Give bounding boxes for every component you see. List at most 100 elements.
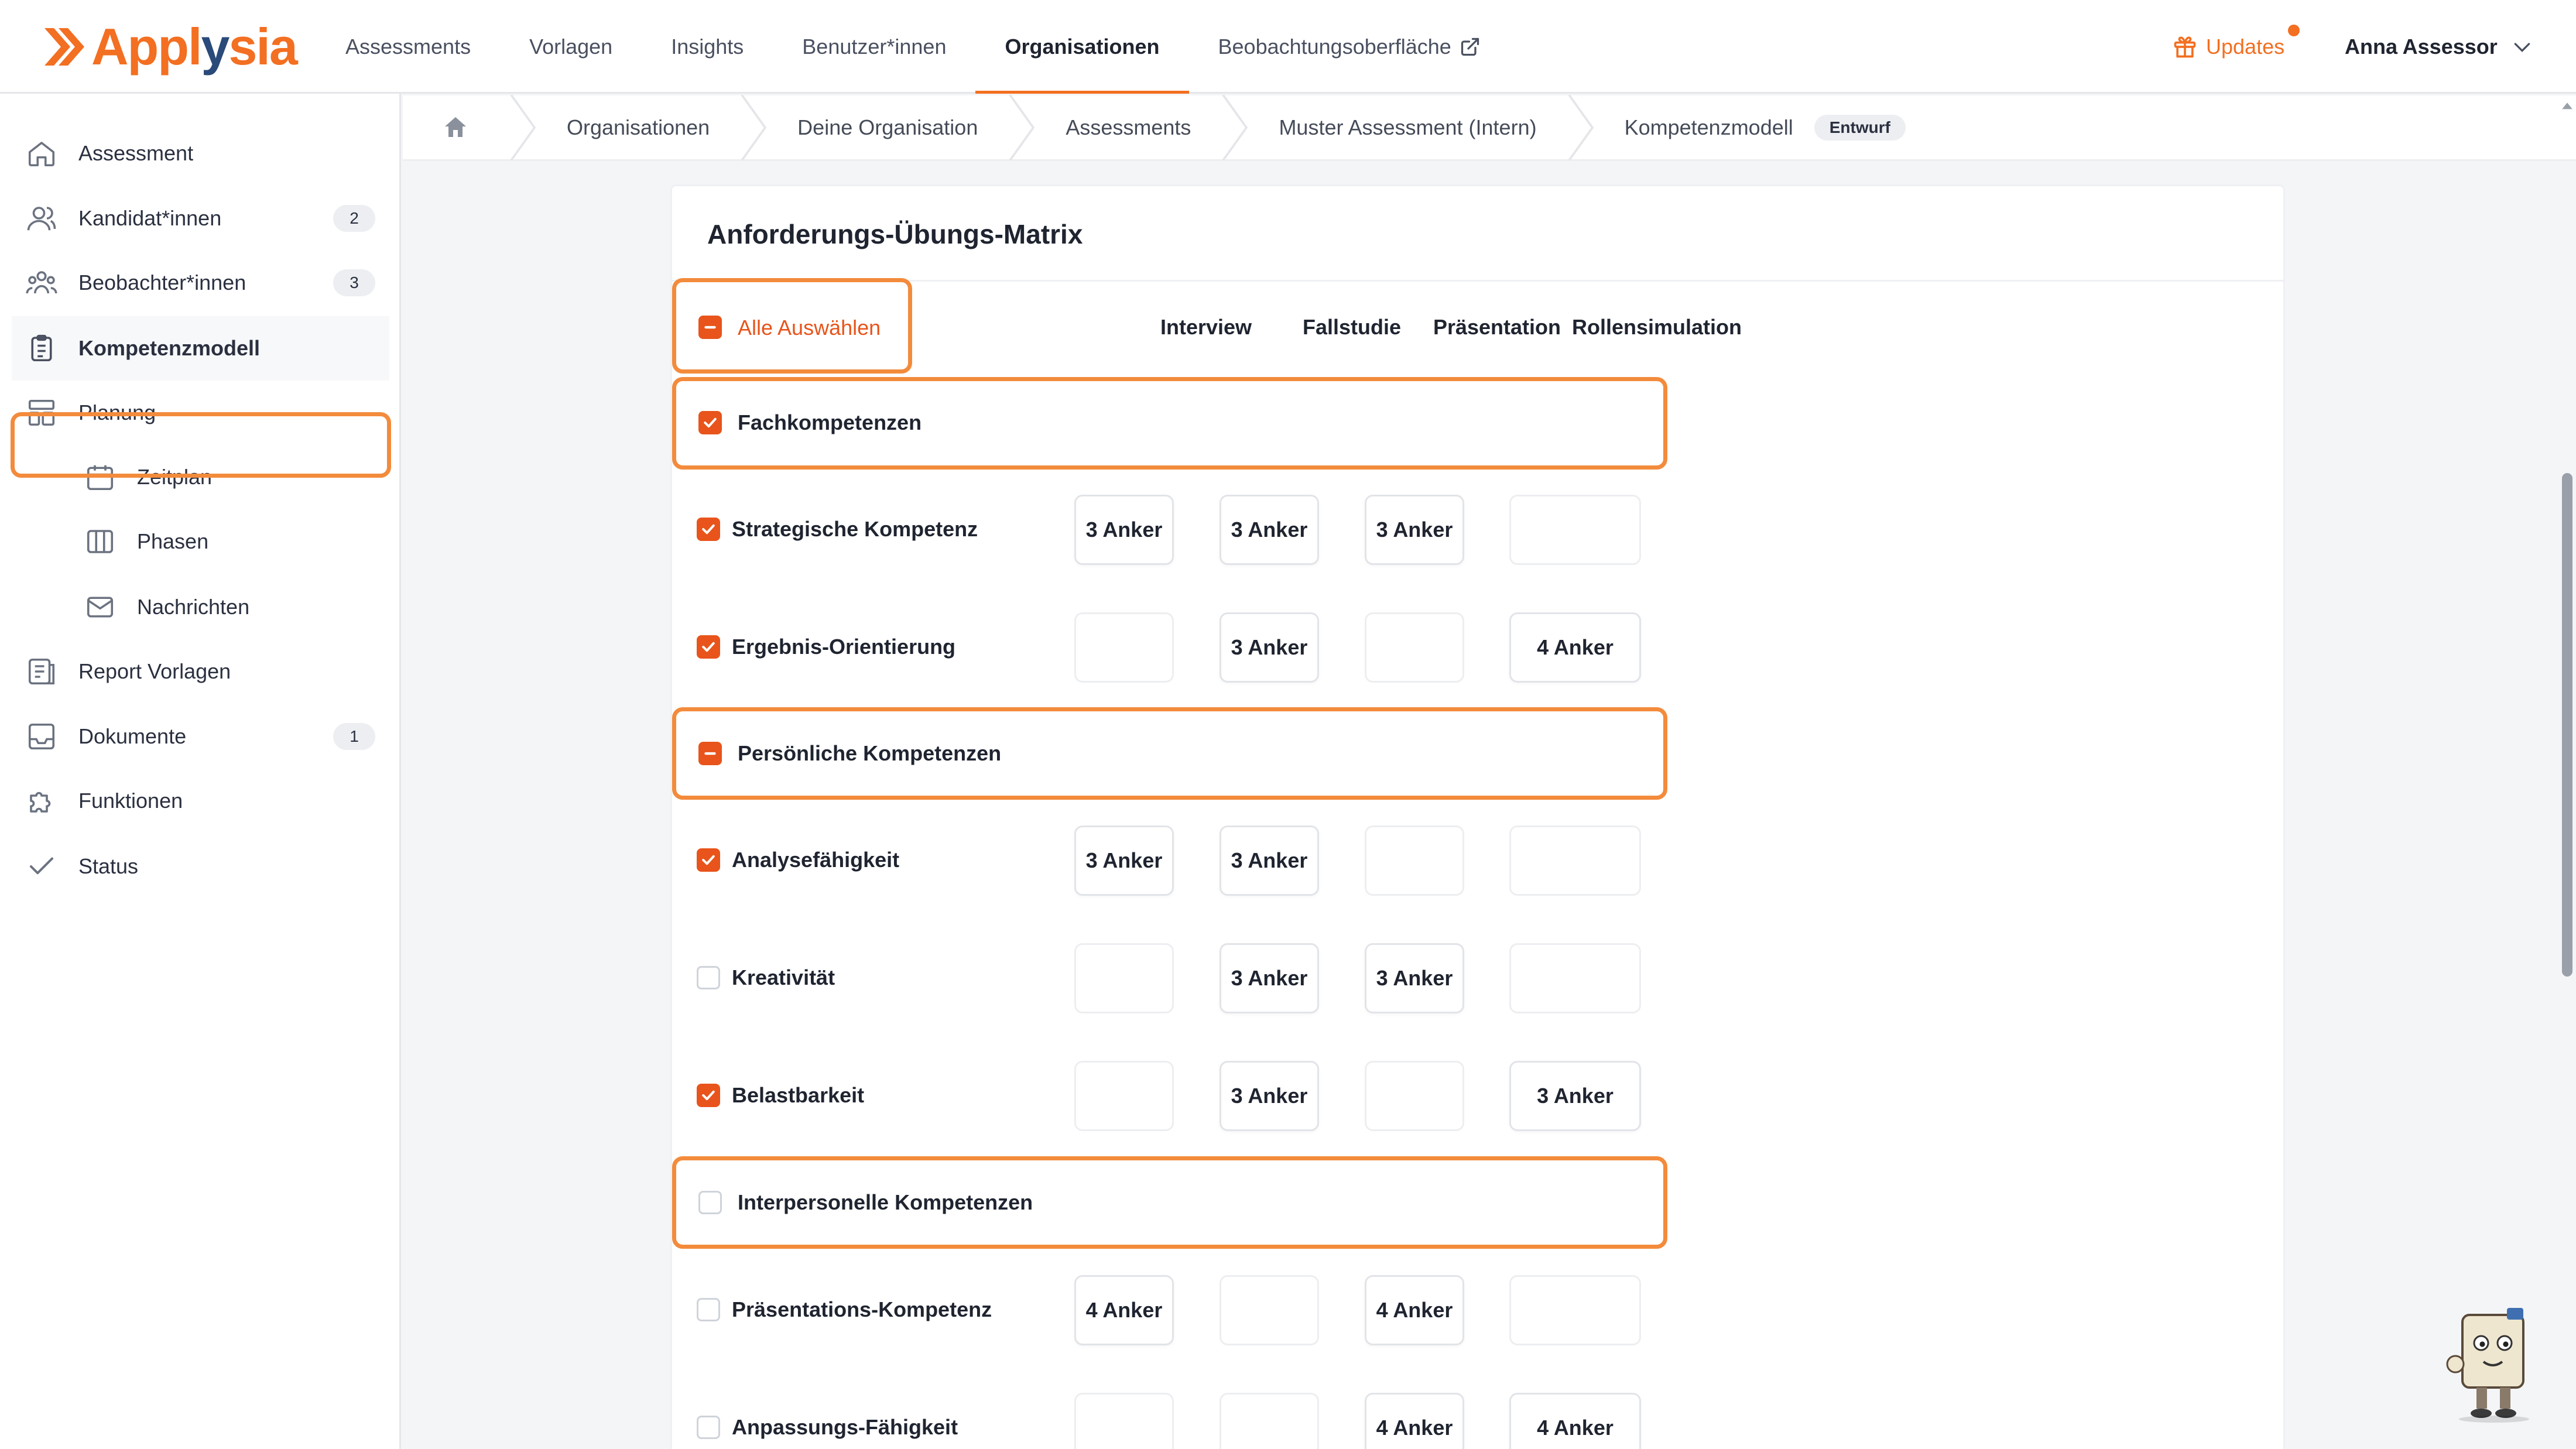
matrix-cell[interactable] bbox=[1074, 612, 1174, 683]
matrix-cell[interactable]: 4 Anker bbox=[1365, 1275, 1464, 1345]
sidebar-item-label: Phasen bbox=[137, 529, 209, 553]
sidebar-item-assessment[interactable]: Assessment bbox=[12, 121, 389, 186]
row-checkbox[interactable] bbox=[697, 635, 720, 659]
breadcrumb-muster-assessment[interactable]: Muster Assessment (Intern) bbox=[1249, 95, 1566, 160]
group-checkbox[interactable] bbox=[698, 742, 722, 765]
matrix-cell[interactable] bbox=[1365, 825, 1464, 896]
matrix-cell[interactable]: 3 Anker bbox=[1074, 825, 1174, 896]
nav-vorlagen[interactable]: Vorlagen bbox=[500, 0, 642, 94]
sidebar-item-label: Zeitplan bbox=[137, 465, 213, 489]
matrix-cell[interactable]: 3 Anker bbox=[1220, 943, 1319, 1013]
breadcrumb-organisationen[interactable]: Organisationen bbox=[537, 95, 739, 160]
breadcrumb-assessments[interactable]: Assessments bbox=[1036, 95, 1220, 160]
competency-row-analysefaehigkeit: Analysefähigkeit 3 Anker 3 Anker bbox=[672, 825, 1667, 896]
row-checkbox[interactable] bbox=[697, 848, 720, 872]
checkmark-icon bbox=[704, 417, 717, 428]
columns-icon bbox=[87, 530, 114, 553]
sidebar-item-funktionen[interactable]: Funktionen bbox=[12, 769, 389, 833]
matrix-cell[interactable] bbox=[1509, 825, 1641, 896]
logo-chevrons-icon bbox=[44, 28, 84, 66]
matrix-cell[interactable]: 3 Anker bbox=[1220, 612, 1319, 683]
matrix-cell[interactable]: 3 Anker bbox=[1074, 495, 1174, 565]
sidebar-item-phasen[interactable]: Phasen bbox=[12, 509, 389, 574]
sidebar-item-kandidaten[interactable]: Kandidat*innen 2 bbox=[12, 186, 389, 251]
group-label: Interpersonelle Kompetenzen bbox=[738, 1190, 1033, 1214]
matrix-cell[interactable]: 4 Anker bbox=[1365, 1393, 1464, 1449]
matrix-cell[interactable] bbox=[1509, 943, 1641, 1013]
assistant-mascot-button[interactable] bbox=[2441, 1306, 2547, 1423]
clipboard-icon bbox=[31, 334, 52, 362]
group-row-interpersonelle-kompetenzen: Interpersonelle Kompetenzen bbox=[672, 1168, 1667, 1238]
group-checkbox[interactable] bbox=[698, 411, 722, 434]
matrix-cell[interactable] bbox=[1074, 1061, 1174, 1131]
status-badge: Entwurf bbox=[1814, 114, 1906, 141]
row-checkbox[interactable] bbox=[697, 966, 720, 989]
users-icon bbox=[27, 207, 56, 231]
matrix-cell[interactable] bbox=[1365, 1061, 1464, 1131]
breadcrumb-home[interactable] bbox=[403, 95, 508, 160]
updates-button[interactable]: Updates bbox=[2172, 25, 2300, 64]
matrix-cell[interactable] bbox=[1509, 495, 1641, 565]
sidebar-item-planung[interactable]: Planung bbox=[12, 381, 389, 445]
sidebar-item-label: Dokumente bbox=[78, 724, 187, 748]
scroll-up-arrow-icon[interactable] bbox=[2561, 100, 2574, 113]
matrix-cell[interactable]: 3 Anker bbox=[1220, 825, 1319, 896]
column-header-praesentation: Präsentation bbox=[1433, 315, 1561, 339]
group-row-persoenliche-kompetenzen: Persönliche Kompetenzen bbox=[672, 719, 1667, 789]
matrix-cell[interactable]: 4 Anker bbox=[1509, 612, 1641, 683]
row-label: Ergebnis-Orientierung bbox=[732, 635, 956, 659]
nav-assessments[interactable]: Assessments bbox=[316, 0, 500, 94]
sidebar-item-label: Nachrichten bbox=[137, 595, 250, 619]
matrix-cell[interactable]: 3 Anker bbox=[1365, 943, 1464, 1013]
select-all-checkbox[interactable] bbox=[698, 316, 722, 339]
matrix-cell[interactable] bbox=[1074, 1393, 1174, 1449]
row-checkbox[interactable] bbox=[697, 1416, 720, 1439]
breadcrumb-kompetenzmodell[interactable]: Kompetenzmodell Entwurf bbox=[1595, 95, 1935, 160]
sidebar-item-nachrichten[interactable]: Nachrichten bbox=[12, 575, 389, 639]
matrix-cell[interactable] bbox=[1509, 1275, 1641, 1345]
group-icon bbox=[26, 271, 57, 294]
matrix-cell[interactable]: 3 Anker bbox=[1509, 1061, 1641, 1131]
sidebar-item-kompetenzmodell[interactable]: Kompetenzmodell bbox=[12, 316, 389, 381]
matrix-cell[interactable]: 4 Anker bbox=[1509, 1393, 1641, 1449]
nav-benutzer[interactable]: Benutzer*innen bbox=[773, 0, 975, 94]
matrix-cell[interactable]: 3 Anker bbox=[1220, 1061, 1319, 1131]
breadcrumb: Organisationen Deine Organisation Assess… bbox=[403, 94, 2576, 161]
matrix-cell[interactable] bbox=[1365, 612, 1464, 683]
sidebar-item-label: Planung bbox=[78, 400, 156, 424]
user-menu[interactable]: Anna Assessor bbox=[2345, 29, 2534, 64]
breadcrumb-separator bbox=[1222, 94, 1248, 160]
row-label: Belastbarkeit bbox=[732, 1083, 865, 1107]
sidebar-item-label: Assessment bbox=[78, 141, 194, 165]
mail-icon bbox=[87, 597, 114, 618]
sidebar-item-dokumente[interactable]: Dokumente 1 bbox=[12, 704, 389, 769]
sidebar-item-label: Funktionen bbox=[78, 789, 183, 813]
scrollbar-thumb[interactable] bbox=[2562, 473, 2572, 977]
nav-organisationen[interactable]: Organisationen bbox=[975, 0, 1189, 94]
breadcrumb-deine-organisation[interactable]: Deine Organisation bbox=[768, 95, 1007, 160]
matrix-cell[interactable] bbox=[1220, 1275, 1319, 1345]
select-all-label[interactable]: Alle Auswählen bbox=[738, 316, 881, 340]
app-logo[interactable]: Applysia bbox=[42, 18, 298, 76]
group-row-fachkompetenzen: Fachkompetenzen bbox=[672, 388, 1667, 458]
matrix-cell[interactable] bbox=[1220, 1393, 1319, 1449]
sidebar-item-zeitplan[interactable]: Zeitplan bbox=[12, 445, 389, 509]
row-checkbox[interactable] bbox=[697, 518, 720, 541]
row-label: Analysefähigkeit bbox=[732, 848, 900, 872]
row-checkbox[interactable] bbox=[697, 1084, 720, 1107]
sidebar-item-beobachter[interactable]: Beobachter*innen 3 bbox=[12, 251, 389, 315]
matrix-cell[interactable]: 3 Anker bbox=[1365, 495, 1464, 565]
row-checkbox[interactable] bbox=[697, 1298, 720, 1321]
count-badge: 1 bbox=[333, 723, 375, 750]
matrix-cell[interactable] bbox=[1074, 943, 1174, 1013]
page-scrollbar[interactable] bbox=[2558, 95, 2576, 1449]
sidebar-item-status[interactable]: Status bbox=[12, 834, 389, 899]
group-checkbox[interactable] bbox=[698, 1191, 722, 1214]
nav-beobachtungsoberflaeche[interactable]: Beobachtungsoberfläche bbox=[1189, 0, 1510, 94]
matrix-cell[interactable]: 3 Anker bbox=[1220, 495, 1319, 565]
nav-insights[interactable]: Insights bbox=[642, 0, 773, 94]
inbox-icon bbox=[28, 723, 55, 750]
sidebar-item-label: Kompetenzmodell bbox=[78, 336, 261, 360]
sidebar-item-report-vorlagen[interactable]: Report Vorlagen bbox=[12, 639, 389, 704]
matrix-cell[interactable]: 4 Anker bbox=[1074, 1275, 1174, 1345]
